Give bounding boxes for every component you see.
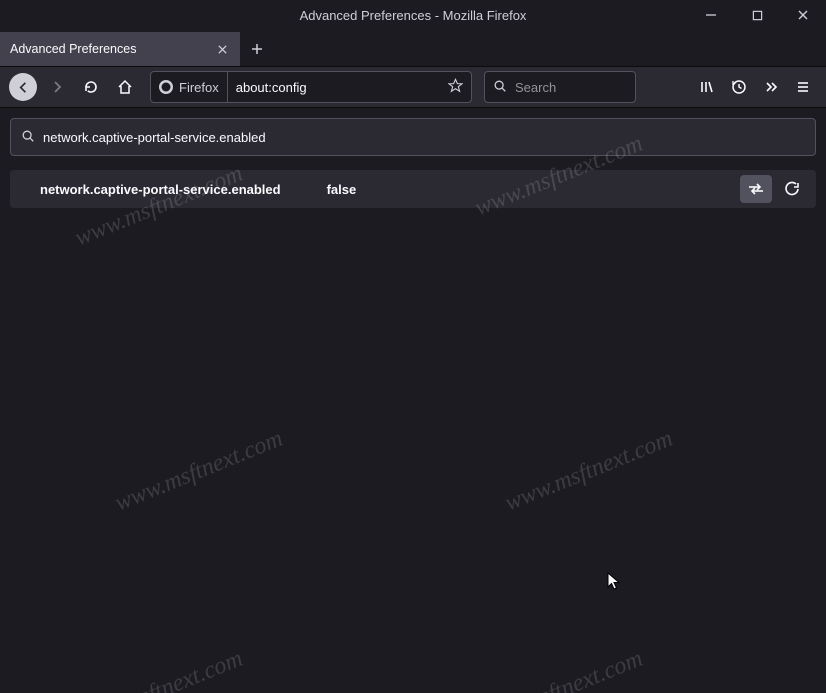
window-maximize-button[interactable] [734, 0, 780, 30]
forward-button[interactable] [42, 72, 72, 102]
config-search-text: network.captive-portal-service.enabled [43, 130, 266, 145]
reload-button[interactable] [76, 72, 106, 102]
firefox-logo-icon [159, 80, 173, 94]
identity-label: Firefox [179, 80, 219, 95]
url-text[interactable]: about:config [228, 80, 448, 95]
watermark: www.msftnext.com [71, 646, 246, 693]
search-bar[interactable]: Search [484, 71, 636, 103]
search-icon [485, 79, 515, 96]
new-tab-button[interactable] [240, 32, 274, 66]
tab-close-button[interactable] [212, 39, 232, 59]
bookmark-star-icon[interactable] [448, 78, 471, 96]
window-close-button[interactable] [780, 0, 826, 30]
home-button[interactable] [110, 72, 140, 102]
app-menu-button[interactable] [788, 72, 818, 102]
window-minimize-button[interactable] [688, 0, 734, 30]
watermark: www.msftnext.com [111, 426, 286, 518]
library-button[interactable] [692, 72, 722, 102]
back-button[interactable] [8, 72, 38, 102]
config-search-input[interactable]: network.captive-portal-service.enabled [10, 118, 816, 156]
watermark: www.msftnext.com [501, 426, 676, 518]
history-button[interactable] [724, 72, 754, 102]
url-bar[interactable]: Firefox about:config [150, 71, 472, 103]
cursor-icon [607, 572, 621, 592]
pref-value: false [327, 182, 357, 197]
search-icon [21, 129, 35, 146]
watermark: www.msftnext.com [471, 646, 646, 693]
pref-row[interactable]: network.captive-portal-service.enabled f… [10, 170, 816, 208]
pref-toggle-button[interactable] [740, 175, 772, 203]
identity-box[interactable]: Firefox [151, 72, 228, 102]
pref-name: network.captive-portal-service.enabled [40, 182, 281, 197]
overflow-button[interactable] [756, 72, 786, 102]
browser-tab[interactable]: Advanced Preferences [0, 32, 240, 66]
pref-reset-button[interactable] [776, 175, 808, 203]
window-title: Advanced Preferences - Mozilla Firefox [300, 8, 527, 23]
search-placeholder: Search [515, 80, 556, 95]
tab-label: Advanced Preferences [10, 42, 136, 56]
